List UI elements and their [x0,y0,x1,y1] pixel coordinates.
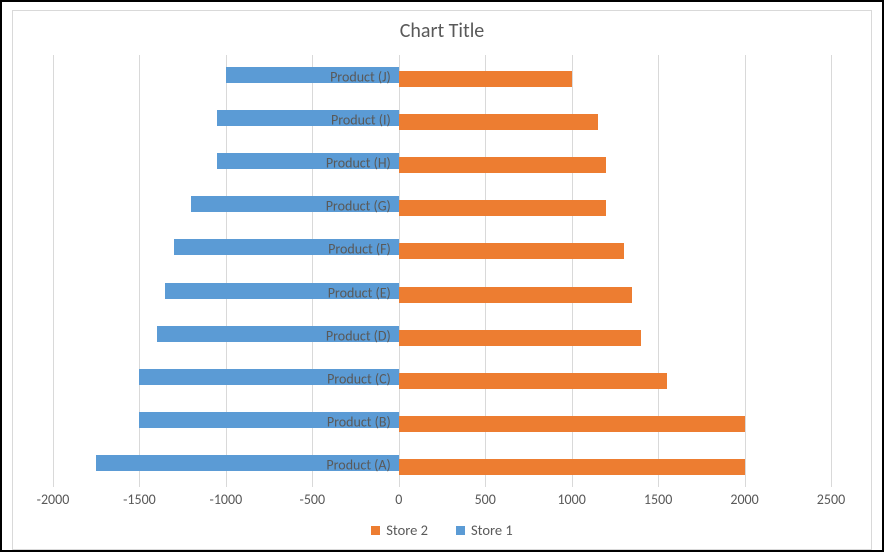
legend-label-store-2: Store 2 [386,521,428,539]
category-label: Product (C) [327,371,399,388]
chart-frame: Chart Title Product (A)Product (B)Produc… [0,0,884,552]
plot-wrap: Product (A) Product (B) Product (C) Product… [13,47,871,515]
bar-row [53,196,831,212]
bar-row [53,110,831,126]
category-label: Product (J) [330,68,399,85]
bar-row [53,67,831,83]
category-label: Product (F) [328,241,399,258]
plot-area: Product (A) Product (B) Product (C) Product… [53,55,831,487]
bar-row [53,412,831,428]
x-tick-label: 1500 [644,491,672,508]
bar-row [53,283,831,299]
x-tick-label: 1000 [557,491,585,508]
bar-row [53,369,831,385]
x-tick-label: -1500 [123,491,156,508]
bar-row [53,239,831,255]
x-tick-label: 0 [395,491,402,508]
legend-item-store-2: Store 2 [371,521,428,539]
x-tick-label: 2500 [817,491,845,508]
x-tick-label: -2000 [37,491,70,508]
bar-row [53,326,831,342]
legend-swatch-store-1 [456,526,465,535]
bar-row [53,153,831,169]
legend: Store 2 Store 1 [13,515,871,549]
category-label: Product (I) [331,111,399,128]
x-tick-label: -500 [300,491,326,508]
x-axis: -2000-1500-1000-50005001000150020002500 [53,491,831,511]
category-label: Product (G) [326,198,399,215]
chart-area: Chart Title Product (A)Product (B)Produc… [12,10,872,550]
x-tick-label: 2000 [730,491,758,508]
x-tick-label: 500 [475,491,496,508]
bar-row [53,455,831,471]
legend-swatch-store-2 [371,526,380,535]
category-label: Product (D) [326,327,399,344]
category-label: Product (B) [327,414,399,431]
gridline [831,55,832,487]
x-tick-label: -1000 [210,491,243,508]
legend-label-store-1: Store 1 [471,521,513,539]
category-label: Product (H) [326,155,399,172]
legend-item-store-1: Store 1 [456,521,513,539]
chart-title: Chart Title [13,11,871,47]
category-label: Product (E) [328,284,399,301]
category-label: Product (A) [326,457,398,474]
